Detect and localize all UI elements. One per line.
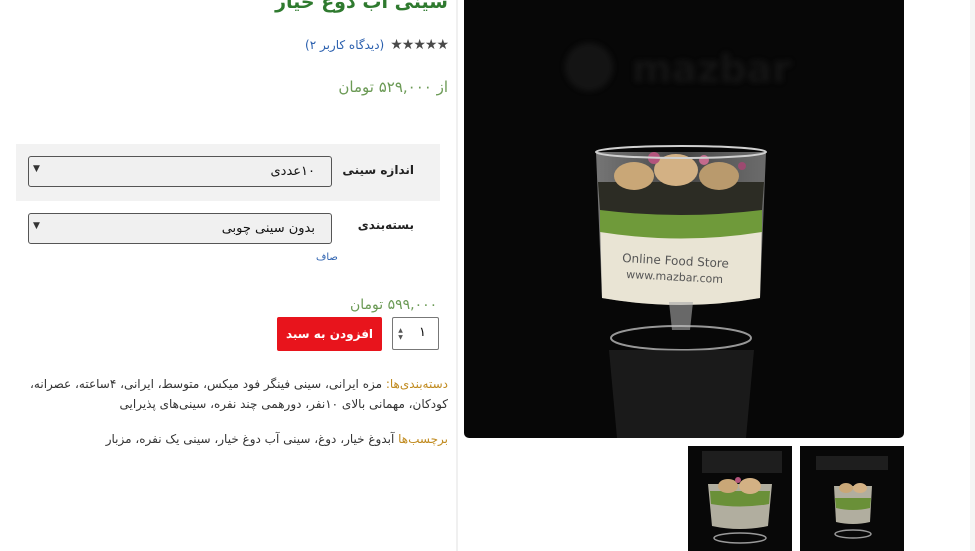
star-rating-icon: ★★★★★ xyxy=(390,37,449,53)
product-thumbnail-2[interactable] xyxy=(800,446,904,551)
watermark-text: mazbar xyxy=(632,47,791,91)
cup-photo: mazbar Online Food Store www.mazbar.com xyxy=(565,43,791,438)
variation-row-size: اندازه سینی ۱۰عددی ▼ xyxy=(16,144,440,201)
categories-label: دسته‌بندی‌ها: xyxy=(385,377,448,391)
thumbnail-1-photo xyxy=(702,451,782,544)
tags-label: برچسب‌ها xyxy=(398,432,448,446)
product-rating: ★★★★★ (دیدگاه کاربر ۲) xyxy=(305,37,449,53)
chevron-down-icon: ▼ xyxy=(33,164,40,174)
variation-price: ۵۹۹,۰۰۰ تومان xyxy=(350,297,438,313)
clear-variations-link[interactable]: صاف xyxy=(316,252,338,263)
quantity-value: ۱ xyxy=(419,325,426,340)
reviews-link[interactable]: (دیدگاه کاربر ۲) xyxy=(305,38,384,52)
page-edge xyxy=(970,0,975,551)
package-select[interactable]: بدون سینی چوبی ▼ xyxy=(28,213,332,244)
thumbnail-2-photo xyxy=(816,456,888,539)
product-thumbnail-1[interactable] xyxy=(688,446,792,551)
product-tags: برچسب‌ها آبدوغ خیار، دوغ، سینی آب دوغ خی… xyxy=(8,429,448,449)
size-label: اندازه سینی xyxy=(342,163,414,177)
size-select[interactable]: ۱۰عددی ▼ xyxy=(28,156,332,187)
tags-list[interactable]: آبدوغ خیار، دوغ، سینی آب دوغ خیار، سینی … xyxy=(106,432,398,446)
price-range: از ۵۲۹,۰۰۰ تومان xyxy=(338,78,448,96)
column-divider xyxy=(456,0,458,551)
size-select-value: ۱۰عددی xyxy=(270,164,315,179)
chevron-down-icon: ▼ xyxy=(33,221,40,231)
spinner-icon[interactable]: ▲ ▼ xyxy=(395,325,406,342)
package-label: بسته‌بندی xyxy=(357,218,414,232)
product-main-image[interactable]: mazbar Online Food Store www.mazbar.com xyxy=(464,0,904,438)
variation-row-package: بسته‌بندی بدون سینی چوبی ▼ xyxy=(16,201,440,258)
product-title: سینی آب دوغ خیار xyxy=(275,0,448,13)
package-select-value: بدون سینی چوبی xyxy=(221,221,315,236)
add-to-cart-button[interactable]: افزودن به سبد xyxy=(277,317,382,351)
quantity-stepper[interactable]: ▲ ▼ ۱ xyxy=(392,317,439,350)
product-categories: دسته‌بندی‌ها: مزه ایرانی، سینی فینگر فود… xyxy=(8,374,448,414)
